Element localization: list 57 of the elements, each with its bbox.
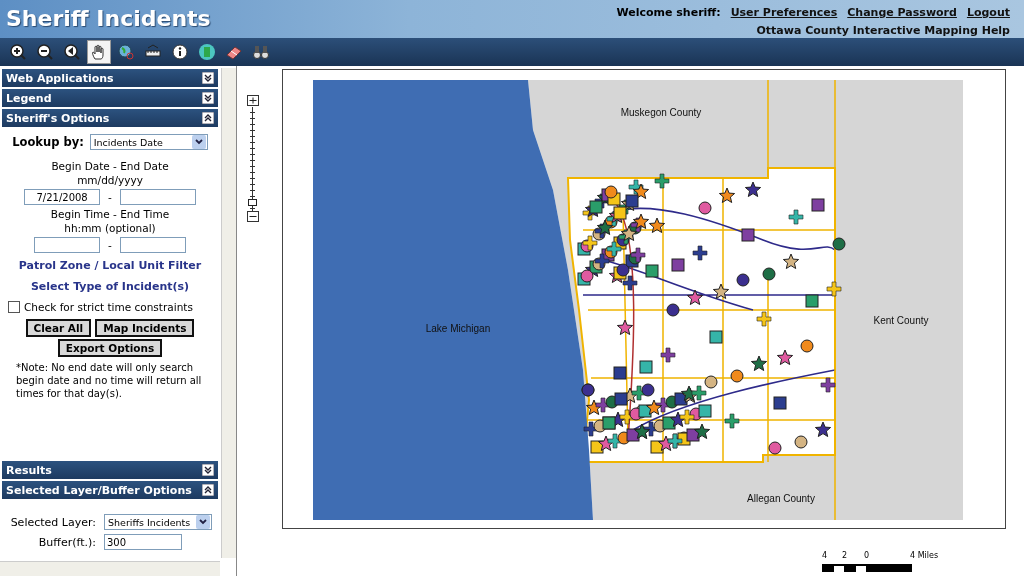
globe-icon [117, 43, 135, 61]
scale-label: 4 Miles [910, 551, 939, 560]
horizontal-scrollbar[interactable] [0, 561, 220, 576]
header-link[interactable]: Change Password [847, 6, 957, 19]
panel-header[interactable]: Legend [2, 89, 218, 107]
pan-tool[interactable] [87, 40, 111, 64]
map-label: Allegan County [747, 493, 815, 504]
caret-icon [196, 515, 210, 529]
note-text: *Note: No end date will only search begin date and no time will return all times for that day(s). [16, 361, 203, 400]
lookup-label: Lookup by: [12, 135, 84, 149]
action-button[interactable]: Map Incidents [95, 319, 195, 337]
binoculars-icon [252, 43, 270, 61]
app-title: Sheriff Incidents [6, 5, 211, 33]
action-button[interactable]: Export Options [57, 339, 163, 357]
layer-dropdown[interactable]: Sheriffs Incidents [104, 514, 212, 530]
map-label: Lake Michigan [425, 323, 491, 334]
layer-label: Selected Layer: [9, 515, 96, 529]
zoom-in-button[interactable] [247, 95, 260, 107]
circle-icon [198, 43, 216, 61]
filter-link[interactable]: Select Type of Incident(s) [30, 280, 190, 293]
panel-header[interactable]: Results [2, 461, 218, 479]
scale-label: 2 [842, 551, 848, 560]
lookup-dropdown[interactable]: Incidents Date [89, 134, 208, 150]
begin-date-field[interactable]: 7/21/2008 [24, 189, 101, 205]
zoom-out-button[interactable] [247, 211, 260, 223]
panel-header[interactable]: Sheriff's Options [2, 109, 218, 127]
header-link[interactable]: Logout [966, 6, 1010, 19]
time-format: hh:mm (optional) [64, 222, 156, 234]
buffer-field[interactable]: 300 [104, 534, 182, 550]
help-link[interactable]: Ottawa County Interactive Mapping Help [756, 24, 1010, 37]
info-icon [171, 43, 189, 61]
header-link[interactable]: User Preferences [730, 6, 838, 19]
map-drawing[interactable] [313, 79, 963, 521]
range-dash: - [108, 239, 112, 251]
zoom-out-icon [36, 43, 54, 61]
date-heading: Begin Date - End Date [51, 160, 169, 172]
checkbox-label: Check for strict time constraints [24, 301, 193, 313]
zoom-in-icon [9, 43, 27, 61]
caret-icon [191, 135, 206, 149]
time-heading: Begin Time - End Time [50, 208, 170, 220]
welcome-text: Welcome sheriff: [616, 6, 721, 19]
scale-label: 4 [822, 551, 828, 560]
end-date-field[interactable] [119, 189, 196, 205]
panel-header[interactable]: Web Applications [2, 69, 218, 87]
begin-time-field[interactable] [34, 237, 101, 253]
scale-label: 0 [864, 551, 870, 560]
panel-header[interactable]: Selected Layer/Buffer Options [2, 481, 218, 499]
strict-checkbox[interactable] [8, 301, 20, 313]
action-button[interactable]: Clear All [25, 319, 92, 337]
vertical-scrollbar[interactable] [221, 68, 236, 558]
end-time-field[interactable] [119, 237, 186, 253]
filter-link[interactable]: Patrol Zone / Local Unit Filter [18, 259, 202, 272]
map-label: Muskegon County [620, 107, 702, 118]
range-dash: - [108, 191, 112, 203]
buffer-label: Buffer(ft.): [37, 535, 96, 549]
map-label: Kent County [873, 315, 929, 326]
date-format: mm/dd/yyyy [77, 174, 143, 186]
